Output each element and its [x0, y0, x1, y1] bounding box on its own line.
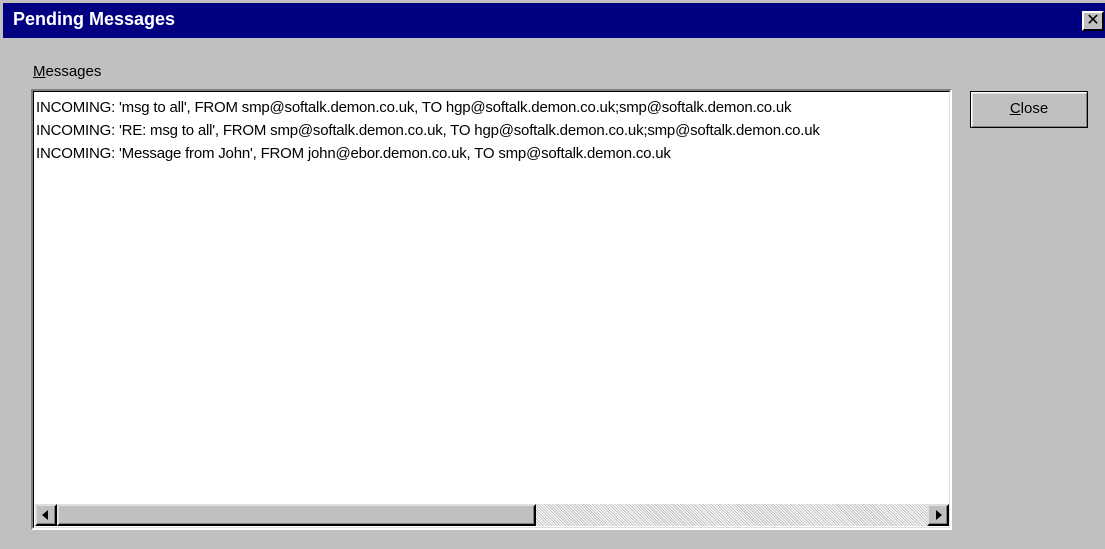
close-button-rest: lose [1020, 100, 1049, 117]
messages-label-accel: M [33, 63, 46, 80]
messages-label-rest: essages [45, 63, 102, 80]
messages-listbox-frame: INCOMING: 'msg to all', FROM smp@softalk… [33, 91, 950, 528]
list-item[interactable]: INCOMING: 'msg to all', FROM smp@softalk… [36, 96, 948, 119]
close-button-accel: C [1009, 100, 1021, 117]
scrollbar-thumb[interactable] [57, 504, 536, 526]
close-button[interactable]: Close [970, 91, 1088, 128]
scroll-right-button[interactable] [927, 504, 949, 526]
scroll-left-arrow-icon [42, 510, 48, 520]
horizontal-scrollbar[interactable] [35, 504, 949, 526]
messages-label: Messages [33, 63, 101, 80]
messages-list: INCOMING: 'msg to all', FROM smp@softalk… [36, 96, 948, 165]
list-item[interactable]: INCOMING: 'RE: msg to all', FROM smp@sof… [36, 119, 948, 142]
scroll-left-button[interactable] [35, 504, 57, 526]
list-item[interactable]: INCOMING: 'Message from John', FROM john… [36, 142, 948, 165]
messages-listbox[interactable]: INCOMING: 'msg to all', FROM smp@softalk… [31, 89, 952, 530]
title-bar[interactable]: Pending Messages ✕ [0, 0, 1105, 38]
scroll-right-arrow-icon [936, 510, 942, 520]
pending-messages-dialog: Pending Messages ✕ Messages INCOMING: 'm… [0, 0, 1105, 549]
window-title: Pending Messages [13, 9, 176, 29]
close-icon[interactable]: ✕ [1082, 11, 1104, 31]
